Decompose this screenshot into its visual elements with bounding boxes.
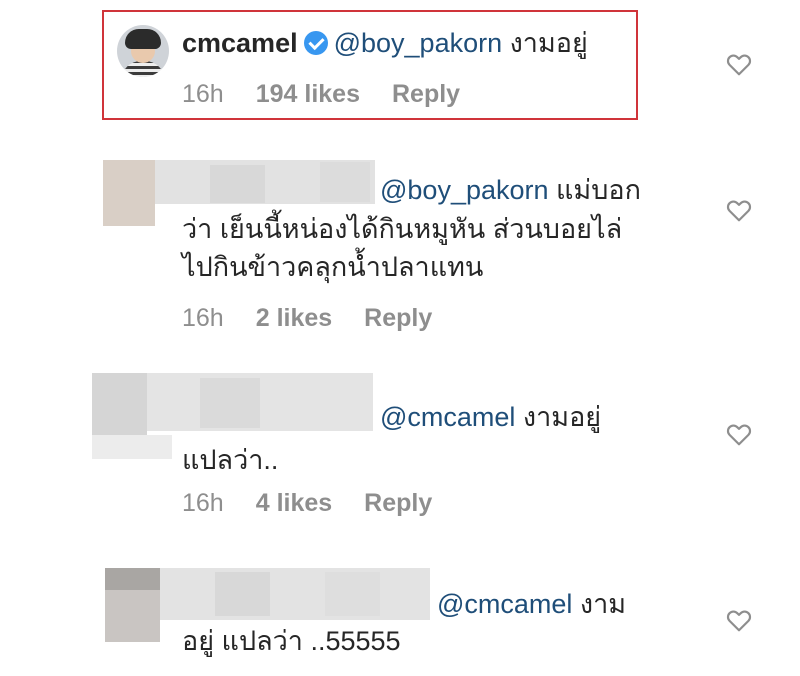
mention-link[interactable]: @boy_pakorn [380, 175, 549, 205]
comment-body-line: ไปกินข้าวคลุกน้ำปลาแทน [182, 252, 484, 282]
mention-link[interactable]: @boy_pakorn [334, 28, 503, 58]
heart-outline-icon[interactable] [726, 422, 752, 446]
comment-meta: 16h 4 likes Reply [182, 488, 464, 518]
comment-meta: 16h 194 likes Reply [182, 79, 492, 109]
mention-link[interactable]: @cmcamel [380, 402, 515, 432]
reply-button[interactable]: Reply [364, 304, 432, 332]
likes-count[interactable]: 194 likes [256, 80, 360, 108]
comment-text: cmcamel @boy_pakorn งามอยู่ [182, 26, 588, 60]
timestamp: 16h [182, 80, 224, 108]
username[interactable]: cmcamel [182, 28, 298, 58]
comment-text: @cmcamel งาม [437, 587, 626, 621]
comment-text: @boy_pakorn แม่บอก [380, 173, 641, 207]
comment-body-line: อยู่ แปลว่า ..55555 [182, 626, 401, 656]
avatar[interactable] [117, 25, 169, 77]
comment-body: งามอยู่ [515, 402, 602, 432]
comment-body: แม่บอก [548, 175, 641, 205]
mention-link[interactable]: @cmcamel [437, 589, 572, 619]
heart-outline-icon[interactable] [726, 52, 752, 76]
timestamp: 16h [182, 489, 224, 517]
comment-body: งาม [572, 589, 627, 619]
comment-body-line: ว่า เย็นนี้หน่องได้กินหมูหัน ส่วนบอยไล่ [182, 214, 623, 244]
comment-text: @cmcamel งามอยู่ [380, 400, 601, 434]
comment-meta: 16h 2 likes Reply [182, 303, 464, 333]
heart-outline-icon[interactable] [726, 198, 752, 222]
likes-count[interactable]: 4 likes [256, 489, 332, 517]
comment-body: งามอยู่ [502, 28, 588, 58]
reply-button[interactable]: Reply [392, 80, 460, 108]
reply-button[interactable]: Reply [364, 489, 432, 517]
heart-outline-icon[interactable] [726, 608, 752, 632]
comment-body-line: แปลว่า.. [182, 445, 279, 475]
verified-badge-icon [303, 31, 328, 55]
likes-count[interactable]: 2 likes [256, 304, 332, 332]
timestamp: 16h [182, 304, 224, 332]
